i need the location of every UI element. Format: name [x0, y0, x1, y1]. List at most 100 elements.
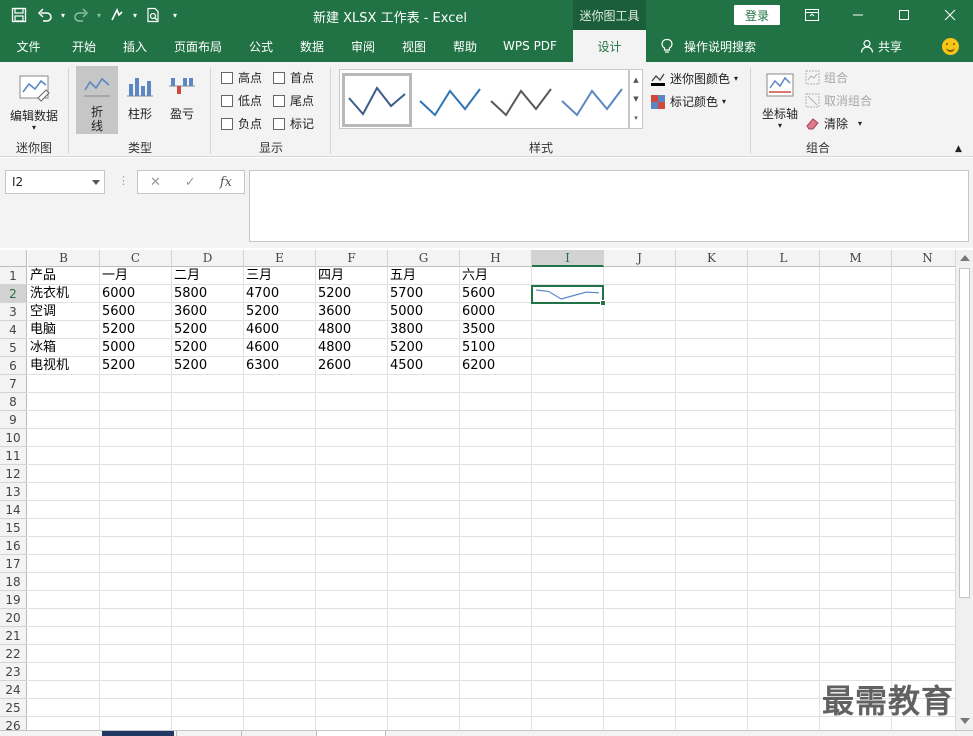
cell-h19[interactable] [460, 591, 532, 609]
cell-c11[interactable] [100, 447, 172, 465]
cell-k24[interactable] [676, 681, 748, 699]
cell-l22[interactable] [748, 645, 820, 663]
gallery-up-icon[interactable]: ▲ [633, 76, 638, 84]
cell-l11[interactable] [748, 447, 820, 465]
cell-d23[interactable] [172, 663, 244, 681]
cell-g11[interactable] [388, 447, 460, 465]
cell-i23[interactable] [532, 663, 604, 681]
cell-e14[interactable] [244, 501, 316, 519]
cell-h17[interactable] [460, 555, 532, 573]
cell-i20[interactable] [532, 609, 604, 627]
cell-m12[interactable] [820, 465, 892, 483]
row-header-22[interactable]: 22 [0, 645, 27, 663]
enter-icon[interactable]: ✓ [185, 175, 196, 190]
cell-d7[interactable] [172, 375, 244, 393]
cell-i19[interactable] [532, 591, 604, 609]
cell-f1[interactable]: 四月 [316, 267, 388, 285]
cell-k8[interactable] [676, 393, 748, 411]
row-header-24[interactable]: 24 [0, 681, 27, 699]
sheet-tab[interactable] [176, 731, 242, 736]
cell-f5[interactable]: 4800 [316, 339, 388, 357]
tab-data[interactable]: 数据 [287, 30, 337, 62]
cell-h21[interactable] [460, 627, 532, 645]
cell-b21[interactable] [28, 627, 100, 645]
cell-l21[interactable] [748, 627, 820, 645]
type-line-button[interactable]: 折 线 [76, 66, 118, 134]
cell-b5[interactable]: 冰箱 [28, 339, 100, 357]
scroll-down-icon[interactable] [960, 718, 970, 724]
cell-l24[interactable] [748, 681, 820, 699]
cell-n13[interactable] [892, 483, 955, 501]
cell-e19[interactable] [244, 591, 316, 609]
cell-c15[interactable] [100, 519, 172, 537]
cell-n19[interactable] [892, 591, 955, 609]
save-icon[interactable] [6, 0, 32, 30]
cell-e2[interactable]: 4700 [244, 285, 316, 303]
cell-h11[interactable] [460, 447, 532, 465]
cell-i16[interactable] [532, 537, 604, 555]
gallery-scroll[interactable]: ▲ ▼ ▾ [629, 69, 643, 129]
collapse-ribbon-icon[interactable]: ▲ [955, 144, 962, 154]
cell-g1[interactable]: 五月 [388, 267, 460, 285]
cell-f9[interactable] [316, 411, 388, 429]
row-header-19[interactable]: 19 [0, 591, 27, 609]
cell-d24[interactable] [172, 681, 244, 699]
cell-l14[interactable] [748, 501, 820, 519]
cell-f19[interactable] [316, 591, 388, 609]
cell-g7[interactable] [388, 375, 460, 393]
cell-k2[interactable] [676, 285, 748, 303]
cell-f21[interactable] [316, 627, 388, 645]
low-point-checkbox[interactable]: 低点 [221, 92, 262, 109]
cell-g25[interactable] [388, 699, 460, 717]
cell-j17[interactable] [604, 555, 676, 573]
cell-c9[interactable] [100, 411, 172, 429]
cell-h3[interactable]: 6000 [460, 303, 532, 321]
cell-b16[interactable] [28, 537, 100, 555]
cell-n21[interactable] [892, 627, 955, 645]
cell-b25[interactable] [28, 699, 100, 717]
cell-b26[interactable] [28, 717, 100, 730]
cell-j21[interactable] [604, 627, 676, 645]
name-box-dropdown-icon[interactable] [92, 180, 100, 185]
cell-f13[interactable] [316, 483, 388, 501]
maximize-icon[interactable] [881, 0, 927, 30]
cell-f20[interactable] [316, 609, 388, 627]
undo-dropdown-icon[interactable]: ▾ [58, 0, 68, 30]
cell-n6[interactable] [892, 357, 955, 375]
cell-d21[interactable] [172, 627, 244, 645]
cell-b9[interactable] [28, 411, 100, 429]
cell-b20[interactable] [28, 609, 100, 627]
cell-b4[interactable]: 电脑 [28, 321, 100, 339]
cell-f11[interactable] [316, 447, 388, 465]
cell-g8[interactable] [388, 393, 460, 411]
cell-m6[interactable] [820, 357, 892, 375]
share-button[interactable]: 共享 [860, 30, 902, 62]
cell-e8[interactable] [244, 393, 316, 411]
cell-m4[interactable] [820, 321, 892, 339]
cell-i5[interactable] [532, 339, 604, 357]
high-point-checkbox[interactable]: 高点 [221, 69, 262, 86]
print-preview-icon[interactable] [140, 0, 166, 30]
cell-e18[interactable] [244, 573, 316, 591]
cell-g15[interactable] [388, 519, 460, 537]
cell-l5[interactable] [748, 339, 820, 357]
row-header-3[interactable]: 3 [0, 303, 27, 321]
column-header-l[interactable]: L [748, 250, 820, 267]
cell-k3[interactable] [676, 303, 748, 321]
negative-point-checkbox[interactable]: 负点 [221, 115, 262, 132]
cell-m11[interactable] [820, 447, 892, 465]
cell-b2[interactable]: 洗衣机 [28, 285, 100, 303]
cell-e6[interactable]: 6300 [244, 357, 316, 375]
minimize-icon[interactable] [835, 0, 881, 30]
cell-l3[interactable] [748, 303, 820, 321]
cell-c16[interactable] [100, 537, 172, 555]
cell-i11[interactable] [532, 447, 604, 465]
cell-c22[interactable] [100, 645, 172, 663]
cell-k14[interactable] [676, 501, 748, 519]
cell-e5[interactable]: 4600 [244, 339, 316, 357]
gallery-more-icon[interactable]: ▾ [634, 114, 638, 122]
cell-j20[interactable] [604, 609, 676, 627]
cell-m20[interactable] [820, 609, 892, 627]
cell-n8[interactable] [892, 393, 955, 411]
style-option-1[interactable] [342, 73, 412, 127]
